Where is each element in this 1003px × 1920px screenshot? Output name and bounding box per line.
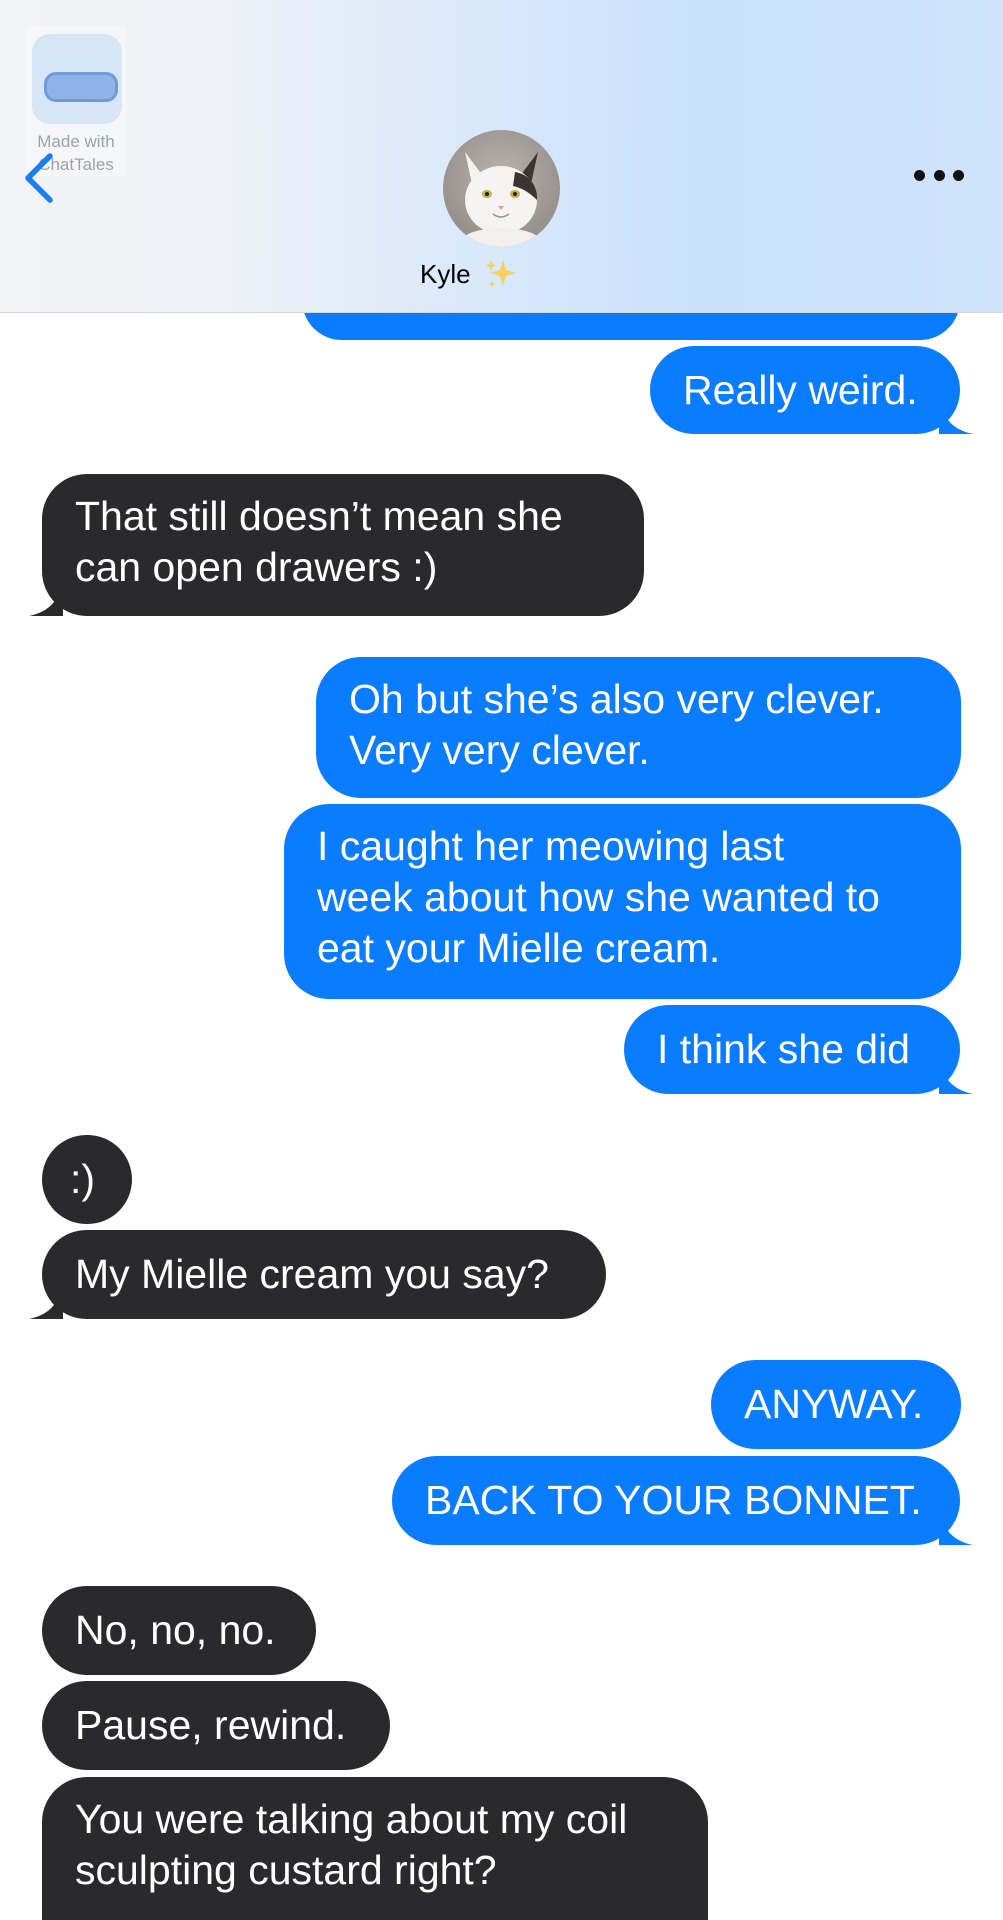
message-bubble-outgoing[interactable]: ANYWAY. [711, 1360, 961, 1449]
message-text: :) [70, 1156, 96, 1202]
message-text: Oh but she’s also very clever. Very very… [349, 676, 884, 773]
message-text: I think she did [657, 1026, 910, 1072]
message-bubble-outgoing[interactable]: Really weird. [650, 346, 960, 434]
contact-name: Kyle [420, 258, 471, 289]
chat-bubble-logo-icon [32, 34, 122, 124]
back-button[interactable] [20, 152, 60, 204]
message-text: I caught her meowing last week about how… [317, 823, 880, 971]
message-text: No, no, no. [75, 1607, 276, 1653]
message-text: Really weird. [683, 366, 918, 413]
message-bubble-incoming[interactable]: You were talking about my coil sculpting… [42, 1777, 708, 1920]
message-text: You were talking about my coil sculpting… [75, 1796, 628, 1893]
message-bubble-outgoing[interactable]: I think she did [624, 1005, 960, 1094]
conversation-header: Made with ChatTales Kyle [0, 0, 1003, 313]
contact-name-row[interactable]: Kyle [420, 254, 519, 294]
contact-avatar[interactable] [443, 130, 560, 247]
message-bubble-incoming[interactable]: No, no, no. [42, 1586, 316, 1675]
watermark-line-1: Made with [37, 132, 115, 151]
cat-avatar-image [443, 130, 560, 247]
message-bubble-outgoing[interactable]: I caught her meowing last week about how… [284, 804, 961, 999]
more-options-button[interactable] [914, 160, 964, 190]
message-bubble-incoming[interactable]: That still doesn’t mean she can open dra… [42, 474, 644, 616]
message-text: ANYWAY. [744, 1381, 924, 1427]
message-bubble-outgoing[interactable]: BACK TO YOUR BONNET. [392, 1456, 960, 1545]
message-text: BACK TO YOUR BONNET. [425, 1477, 922, 1523]
message-text: Pause, rewind. [75, 1702, 347, 1748]
message-text: My Mielle cream you say? [75, 1251, 549, 1297]
message-bubble-incoming[interactable]: Pause, rewind. [42, 1681, 390, 1770]
sparkles-icon [485, 260, 516, 288]
message-bubble-incoming[interactable]: My Mielle cream you say? [42, 1230, 606, 1319]
message-bubble-outgoing[interactable]: Oh but she’s also very clever. Very very… [316, 657, 961, 798]
chevron-left-icon [25, 153, 53, 203]
ellipsis-icon [914, 169, 925, 181]
message-bubble-incoming[interactable]: :) [42, 1135, 132, 1224]
message-text: That still doesn’t mean she can open dra… [75, 493, 563, 590]
